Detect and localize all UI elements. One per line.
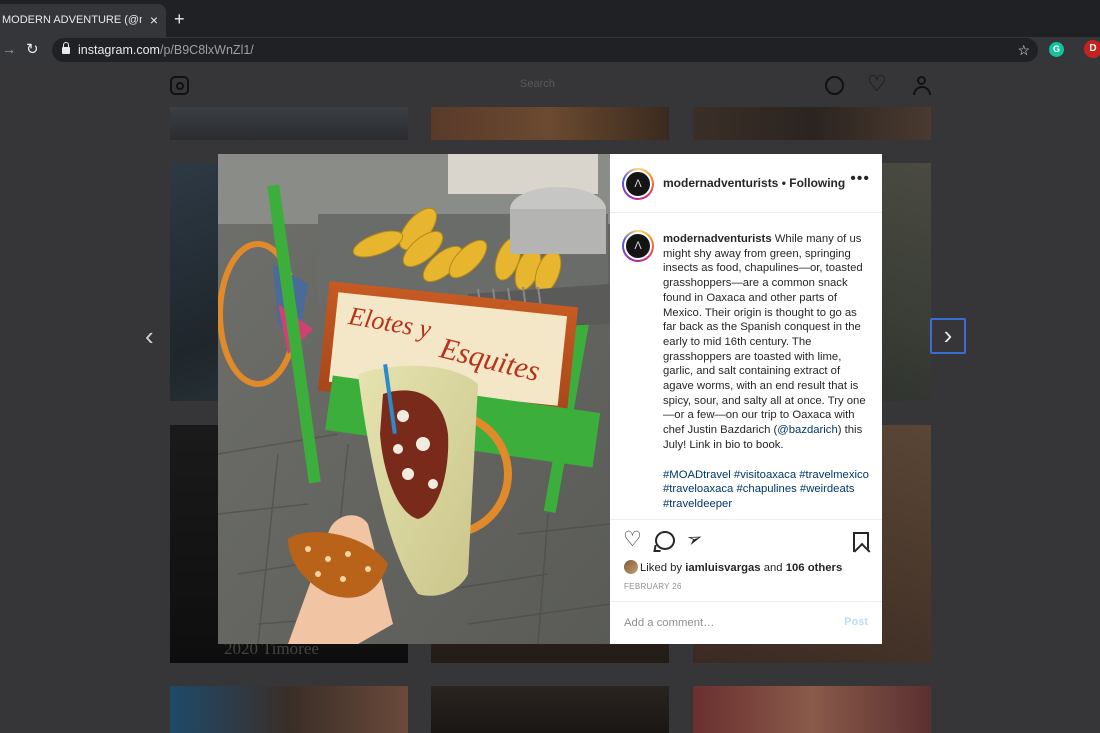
forward-button[interactable]: →: [2, 41, 16, 57]
grammarly-extension-icon[interactable]: G: [1049, 42, 1064, 57]
grid-thumbnail[interactable]: [431, 686, 669, 733]
caption-author-avatar[interactable]: [622, 230, 654, 262]
post-header: modernadventurists • Following •••: [610, 154, 882, 213]
caption-scroll-area[interactable]: modernadventurists While many of us migh…: [610, 214, 882, 519]
profile-person-icon[interactable]: [913, 76, 931, 96]
explore-compass-icon[interactable]: [825, 76, 844, 95]
share-paper-plane-icon[interactable]: ➢: [683, 526, 706, 554]
url-path: /p/B9C8lxWnZl1/: [159, 43, 254, 57]
author-username[interactable]: modernadventurists: [663, 176, 778, 190]
previous-post-arrow-icon[interactable]: ‹: [145, 322, 154, 350]
grid-thumbnail[interactable]: [693, 686, 931, 733]
post-photo[interactable]: Elotes y Esquites: [218, 154, 610, 644]
post-detail-panel: modernadventurists • Following ••• moder…: [610, 154, 882, 644]
grid-thumbnail[interactable]: [693, 107, 931, 140]
browser-tab[interactable]: MODERN ADVENTURE (@mod ×: [0, 4, 166, 37]
more-options-icon[interactable]: •••: [850, 170, 870, 188]
next-post-arrow-icon[interactable]: ›: [930, 318, 966, 354]
mention-link[interactable]: @bazdarich: [777, 424, 837, 436]
add-comment-bar: Post: [610, 601, 882, 645]
liker-avatar[interactable]: [624, 560, 638, 574]
caption-text: modernadventurists While many of us migh…: [663, 232, 873, 512]
activity-heart-icon[interactable]: ♡: [867, 71, 887, 97]
bookmark-star-icon[interactable]: ☆: [1017, 38, 1030, 62]
search-input[interactable]: Search: [520, 78, 555, 90]
instagram-header: Search ♡: [0, 63, 1100, 108]
reload-button[interactable]: ↻: [26, 40, 39, 58]
grid-thumbnail[interactable]: [170, 107, 408, 140]
liked-user-link[interactable]: iamluisvargas: [685, 562, 760, 574]
profile-avatar[interactable]: D: [1084, 40, 1100, 58]
caption-body: While many of us might shy away from gre…: [663, 233, 866, 437]
grid-thumbnail[interactable]: [170, 686, 408, 733]
comment-bubble-icon[interactable]: [655, 531, 675, 550]
like-heart-icon[interactable]: ♡: [623, 528, 642, 552]
instagram-logo-icon[interactable]: [170, 76, 189, 95]
post-author-line: modernadventurists • Following: [663, 176, 845, 190]
comment-input[interactable]: [624, 614, 824, 632]
post-actions: ♡ ➢ Liked by iamluisvargas and 106 other…: [610, 519, 882, 644]
url-host: instagram.com: [78, 43, 160, 57]
liked-others-link[interactable]: 106 others: [786, 562, 843, 574]
post-date[interactable]: FEBRUARY 26: [624, 582, 682, 591]
author-separator: •: [778, 176, 790, 190]
browser-toolbar: → ↻ instagram.com/p/B9C8lxWnZl1/ ☆: [0, 37, 1100, 63]
caption-username[interactable]: modernadventurists: [663, 233, 772, 245]
new-tab-button[interactable]: +: [174, 8, 185, 30]
tab-close-icon[interactable]: ×: [150, 4, 158, 37]
save-bookmark-icon[interactable]: [853, 532, 869, 552]
hashtags[interactable]: #MOADtravel #visitoaxaca #travelmexico #…: [663, 468, 873, 512]
grid-thumbnail[interactable]: [431, 107, 669, 140]
lock-icon: [62, 42, 70, 54]
browser-tab-bar: MODERN ADVENTURE (@mod × +: [0, 0, 1100, 37]
post-comment-button[interactable]: Post: [844, 616, 868, 628]
likes-summary: Liked by iamluisvargas and 106 others: [624, 560, 842, 574]
author-avatar[interactable]: [622, 168, 654, 200]
follow-status-button[interactable]: Following: [789, 176, 845, 190]
liked-prefix: Liked by: [640, 562, 686, 574]
address-bar[interactable]: instagram.com/p/B9C8lxWnZl1/ ☆: [52, 38, 1038, 62]
liked-middle: and: [760, 562, 786, 574]
tab-title: MODERN ADVENTURE (@mod: [2, 14, 142, 26]
